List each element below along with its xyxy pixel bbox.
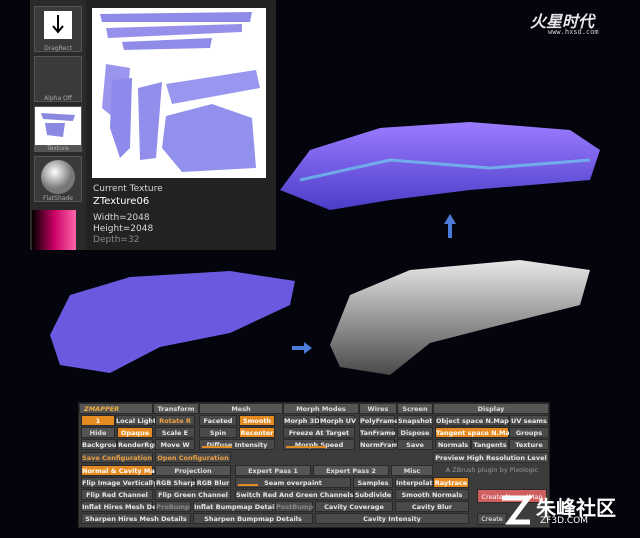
opaque-button[interactable]: Opaque [117,427,153,438]
polyframe-button[interactable]: PolyFrame [359,415,399,426]
morph-speed-slider[interactable]: Morph Speed [283,439,355,450]
smooth-normals-slider[interactable]: Smooth Normals [395,489,469,500]
preview-high-res-button[interactable]: Preview High Resolution Level [433,452,549,463]
sharpen-hires-mesh-slider[interactable]: Sharpen Hires Mesh Details [81,513,191,524]
current-texture-label: Current Texture [93,184,163,194]
smooth-button[interactable]: Smooth [239,415,275,426]
sphere-icon [41,160,75,194]
texture-thumb[interactable]: Texture [34,106,82,152]
rotate-button[interactable]: Rotate R [155,415,195,426]
faceted-button[interactable]: Faceted [199,415,237,426]
object-space-nmap-button[interactable]: Object space N.Map [435,415,509,426]
seam-overpaint-label: Seam overpaint [264,479,322,487]
interpolate-button[interactable]: Interpolate [395,477,437,488]
tab-expert-pass-1[interactable]: Expert Pass 1 [235,465,311,476]
color-picker[interactable] [32,210,76,250]
normals-button[interactable]: Normals [435,439,471,450]
freeze-at-target-button[interactable]: Freeze At Target [283,427,355,438]
rock-normalmapped-render [280,122,600,210]
dragrect-thumb[interactable]: DragRect [34,6,82,52]
background-button[interactable]: Background [81,439,126,450]
flip-image-vertically-button[interactable]: Flip Image Vertically [81,477,157,488]
light-button[interactable]: 1 [81,415,115,426]
texture-thumbnail-icon [41,113,75,137]
rgb-sharp-slider[interactable]: RGB Sharp [155,477,195,488]
samples-slider[interactable]: Samples [353,477,393,488]
zmapper-panel: ZMAPPER Transform Mesh Morph Modes Wires… [78,402,550,528]
arrow-right-icon [292,342,312,354]
renderrgn-button[interactable]: RenderRgn [117,439,159,450]
plugin-credit: A ZBrush plugin by Pixologic [435,465,549,476]
tangents-button[interactable]: Tangents [471,439,509,450]
thumb-label: FlatShade [43,195,73,202]
inflat-bumpmap-slider[interactable]: Inflat Bumpmap Details [193,501,280,512]
menu-display[interactable]: Display [433,403,549,414]
dispose-button[interactable]: Dispose [397,427,433,438]
menu-transform[interactable]: Transform [153,403,199,414]
tanframe-button[interactable]: TanFrame [359,427,395,438]
raytrace-button[interactable]: Raytrace [433,477,469,488]
tab-projection[interactable]: Projection [155,465,231,476]
morph-3d-button[interactable]: Morph 3D [283,415,320,426]
spin-button[interactable]: Spin [199,427,237,438]
zf3d-logo-icon [502,495,533,525]
recenter-button[interactable]: Recenter [239,427,275,438]
site-url: www.hxsd.com [548,28,599,36]
uv-seams-button[interactable]: UV seams [509,415,549,426]
menu-screen[interactable]: Screen [397,403,433,414]
cavity-blur-slider[interactable]: Cavity Blur [395,501,469,512]
open-configuration-button[interactable]: Open Configuration [155,452,231,463]
sharpen-bumpmap-slider[interactable]: Sharpen Bumpmap Details [193,513,313,524]
seam-overpaint-slider[interactable]: Seam overpaint [235,477,351,488]
tab-normal-cavity[interactable]: Normal & Cavity Map [81,465,159,476]
tab-misc[interactable]: Misc [391,465,433,476]
arrow-up-icon [444,214,456,238]
arrow-down-icon [44,11,72,39]
hide-button[interactable]: Hide [81,427,115,438]
rock-highres-render [330,260,590,375]
thumb-label: Alpha Off [44,95,72,102]
inflat-hires-mesh-slider[interactable]: Inflat Hires Mesh Details [81,501,172,512]
thumb-label: Texture [35,145,81,152]
groups-button[interactable]: Groups [509,427,549,438]
local-light-button[interactable]: Local Light [115,415,156,426]
texture-depth: Depth=32 [93,235,140,245]
normframe-button[interactable]: NormFrame [359,439,403,450]
flip-red-channel-button[interactable]: Flip Red Channel [81,489,153,500]
tangent-space-nmap-button[interactable]: Tangent space N.Map [435,427,515,438]
normal-map-texture [100,12,260,172]
save-configuration-button[interactable]: Save Configuration [81,452,153,463]
tab-expert-pass-2[interactable]: Expert Pass 2 [313,465,389,476]
rock-lowpoly-render [50,271,295,373]
probump-button[interactable]: ProBump [155,501,191,512]
move-button[interactable]: Move W [155,439,195,450]
texture-button[interactable]: Texture [509,439,549,450]
texture-height: Height=2048 [93,224,154,234]
morph-uv-button[interactable]: Morph UV [319,415,356,426]
thumb-label: DragRect [44,45,72,52]
texture-width: Width=2048 [93,213,150,223]
snapshot-button[interactable]: Snapshot [397,415,433,426]
zmapper-title: ZMAPPER [79,403,153,414]
scale-button[interactable]: Scale E [155,427,195,438]
menu-morph-modes[interactable]: Morph Modes [283,403,359,414]
switch-red-green-button[interactable]: Switch Red And Green Channels [235,489,353,500]
save-button[interactable]: Save [397,439,433,450]
menu-wires[interactable]: Wires [359,403,397,414]
menu-mesh[interactable]: Mesh [199,403,283,414]
rgb-blur-slider[interactable]: RGB Blur [195,477,231,488]
cavity-coverage-slider[interactable]: Cavity Coverage [315,501,393,512]
postbump-button[interactable]: PostBump [275,501,313,512]
alpha-thumb[interactable]: Alpha Off [34,56,82,102]
flip-green-channel-button[interactable]: Flip Green Channel [155,489,231,500]
texture-preview [92,8,266,178]
texture-name: ZTexture06 [93,196,150,207]
watermark-url: ZF3D.COM [540,516,588,526]
cavity-intensity-slider[interactable]: Cavity Intensity [315,513,469,524]
material-thumb[interactable]: FlatShade [34,156,82,202]
subdivide-slider[interactable]: Subdivide [353,489,393,500]
diffuse-intensity-slider[interactable]: Diffuse Intensity [199,439,275,450]
